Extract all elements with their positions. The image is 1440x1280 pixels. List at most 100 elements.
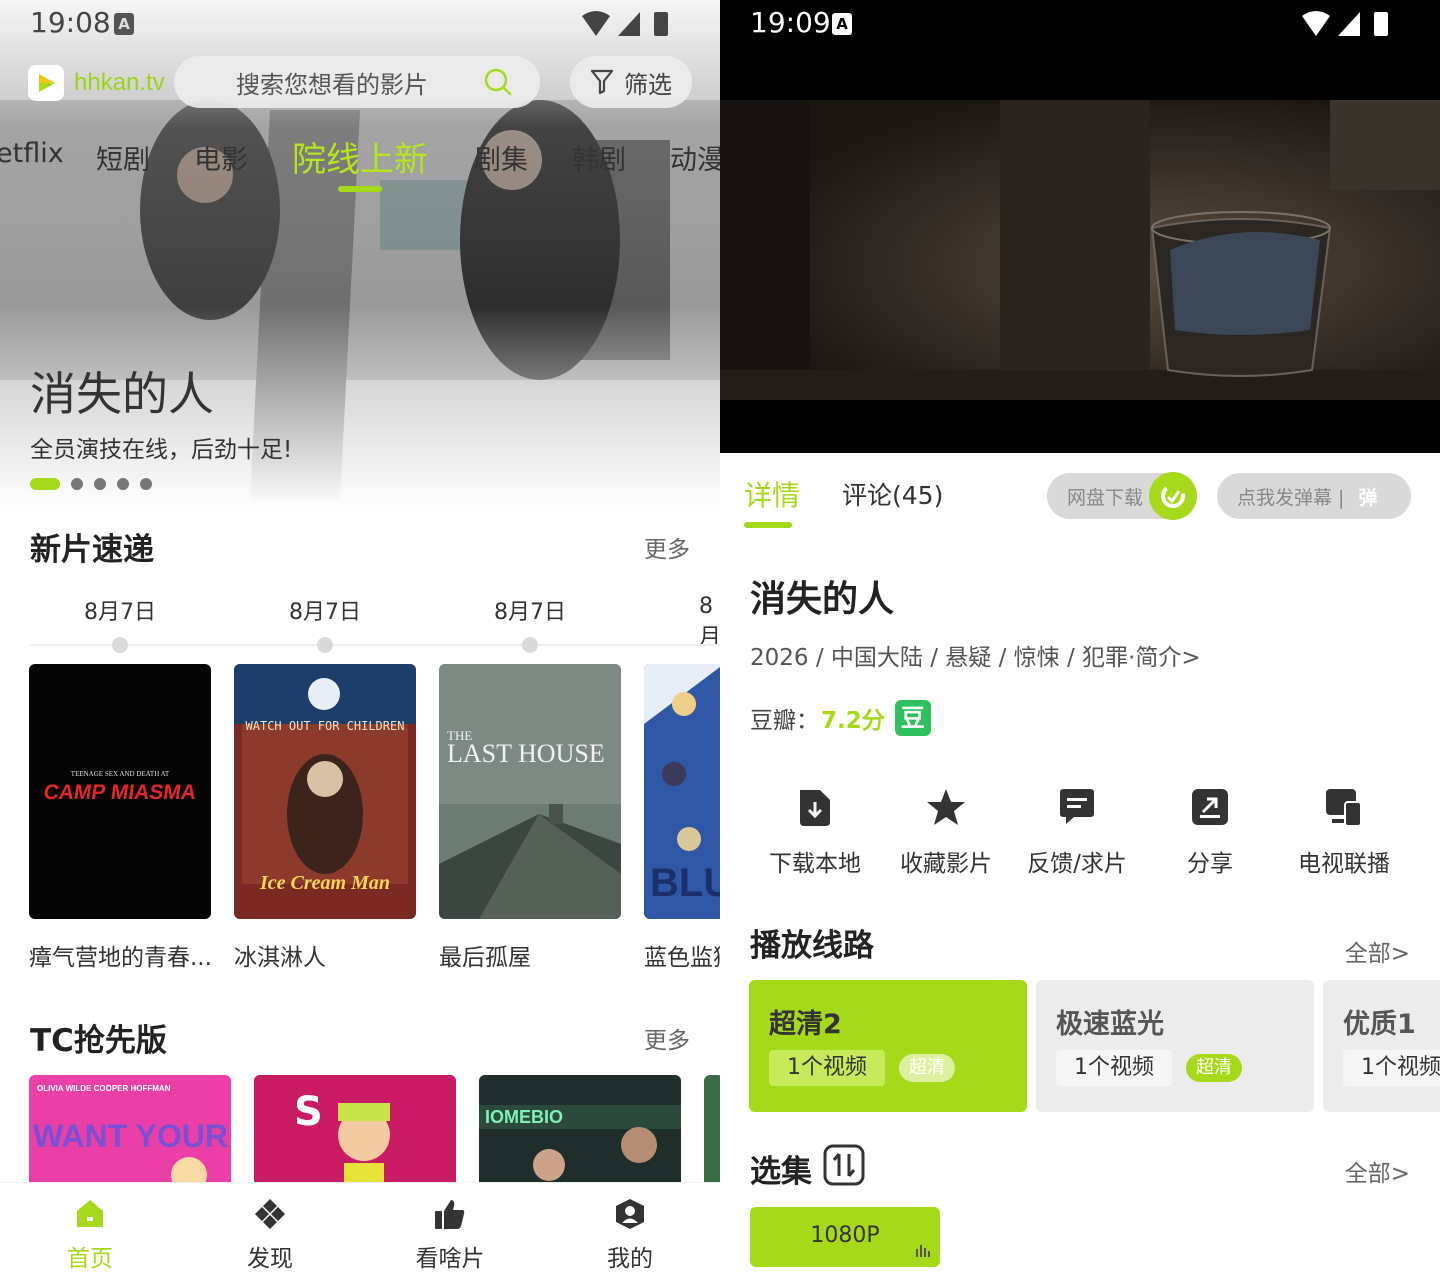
svg-text:IOMEBIO: IOMEBIO — [485, 1107, 563, 1127]
routes-section-title: 播放线路 — [750, 928, 874, 964]
new-releases-more[interactable]: 更多 — [644, 530, 690, 564]
carousel-dot[interactable] — [117, 478, 129, 490]
feedback-button[interactable]: 反馈/求片 — [1002, 786, 1152, 878]
action-label: 下载本地 — [769, 851, 861, 877]
route-card[interactable]: 超清2 1个视频 超清 — [749, 980, 1027, 1112]
tc-poster[interactable]: S — [254, 1075, 456, 1185]
movie-poster[interactable]: WATCH OUT FOR CHILDREN Ice Cream Man — [234, 664, 416, 919]
filter-icon — [590, 69, 614, 95]
tab-comments[interactable]: 评论(45) — [842, 476, 943, 512]
timeline-dot — [522, 637, 538, 653]
poster-title-text: Ice Cream Man — [259, 872, 390, 894]
tab-short-drama[interactable]: 短剧 — [96, 138, 150, 177]
video-player[interactable] — [720, 48, 1440, 453]
action-label: 电视联播 — [1298, 851, 1390, 877]
release-date: 8月 — [699, 594, 720, 650]
timeline-line — [30, 644, 720, 646]
route-card[interactable]: 优质1 1个视频 — [1323, 980, 1440, 1112]
timeline-dot — [317, 637, 333, 653]
tv-cast-button[interactable]: 电视联播 — [1269, 786, 1419, 878]
route-count: 1个视频 — [1343, 1050, 1440, 1086]
tab-new-in-theaters[interactable]: 院线上新 — [292, 132, 428, 181]
netdisk-icon — [1149, 472, 1197, 520]
movie-poster[interactable]: THE LAST HOUSE — [439, 664, 621, 919]
tc-poster[interactable]: IOMEBIO — [479, 1075, 681, 1185]
nav-label: 首页 — [67, 1246, 113, 1272]
status-bar: 19:08 A — [0, 0, 720, 48]
star-icon — [927, 789, 965, 825]
episodes-all-button[interactable]: 全部> — [1345, 1154, 1410, 1188]
route-card[interactable]: 极速蓝光 1个视频 超清 — [1036, 980, 1314, 1112]
filter-button[interactable]: 筛选 — [570, 56, 692, 108]
status-time: 19:09 — [750, 6, 831, 39]
notification-badge: A — [832, 13, 852, 35]
route-name: 极速蓝光 — [1056, 1009, 1164, 1040]
poster-small-text: OLIVIA WILDE COOPER HOFFMAN — [37, 1084, 171, 1093]
release-date: 8月7日 — [494, 600, 566, 625]
search-input[interactable]: 搜索您想看的影片 — [174, 56, 540, 108]
route-quality-badge: 超清 — [899, 1054, 955, 1082]
download-local-button[interactable]: 下载本地 — [740, 786, 890, 878]
tab-anime[interactable]: 动漫 — [670, 138, 720, 177]
tab-series[interactable]: 剧集 — [474, 138, 528, 177]
carousel-dot[interactable] — [140, 478, 152, 490]
route-name: 优质1 — [1343, 1009, 1416, 1040]
movie-title[interactable]: 瘴气营地的青春... — [29, 938, 212, 972]
episode-button[interactable]: 1080P — [750, 1207, 940, 1267]
nav-home[interactable]: 首页 — [30, 1197, 150, 1273]
tab-netflix[interactable]: etflix — [0, 138, 64, 169]
tab-details[interactable]: 详情 — [744, 474, 800, 514]
tab-korean-drama[interactable]: 韩剧 — [572, 138, 626, 177]
home-icon — [77, 1200, 103, 1227]
tc-section-more[interactable]: 更多 — [644, 1021, 690, 1055]
tab-movies[interactable]: 电影 — [194, 138, 248, 177]
discover-icon — [255, 1199, 285, 1229]
new-releases-title: 新片速递 — [30, 532, 154, 568]
status-icons — [580, 10, 670, 45]
route-count: 1个视频 — [769, 1050, 885, 1086]
route-count: 1个视频 — [1056, 1050, 1172, 1086]
status-time: 19:08 — [30, 6, 111, 39]
svg-text:S: S — [294, 1089, 323, 1135]
playing-indicator-icon — [916, 1245, 930, 1257]
hero-subtitle: 全员演技在线，后劲十足! — [30, 437, 293, 463]
feedback-icon — [1060, 789, 1094, 824]
tc-poster[interactable]: OLIVIA WILDE COOPER HOFFMAN WANT YOUR — [29, 1075, 231, 1185]
tc-poster[interactable] — [704, 1075, 720, 1185]
rating-label: 豆瓣： — [750, 708, 819, 734]
movie-title[interactable]: 蓝色监狱 — [644, 938, 720, 972]
release-dates: 8月7日 8月7日 8月7日 8月 — [0, 590, 720, 650]
share-button[interactable]: 分享 — [1135, 786, 1285, 878]
nav-profile[interactable]: 我的 — [570, 1197, 690, 1273]
movie-meta[interactable]: 2026 / 中国大陆 / 悬疑 / 惊悚 / 犯罪·简介> — [750, 638, 1201, 672]
carousel-dot[interactable] — [71, 478, 83, 490]
nav-what-to-watch[interactable]: 看啥片 — [390, 1197, 510, 1273]
douban-rating: 豆瓣： 7.2分 豆 — [750, 700, 931, 736]
movie-poster[interactable]: BLUE — [644, 664, 720, 919]
movie-title: 消失的人 — [750, 579, 895, 620]
poster-small-text: WATCH OUT FOR CHILDREN — [246, 719, 405, 733]
send-danmaku-button[interactable]: 点我发弹幕 | 弹 — [1217, 473, 1411, 519]
movie-poster[interactable]: TEENAGE SEX AND DEATH AT CAMP MIASMA — [29, 664, 211, 919]
favorite-button[interactable]: 收藏影片 — [871, 786, 1021, 878]
netdisk-download-button[interactable]: 网盘下载 — [1047, 472, 1197, 520]
carousel-dot[interactable] — [94, 478, 106, 490]
action-label: 分享 — [1187, 851, 1233, 877]
bottom-navigation: 首页 发现 看啥片 我的 — [0, 1182, 720, 1280]
share-icon — [1192, 789, 1228, 825]
release-date: 8月7日 — [289, 600, 361, 625]
movie-title[interactable]: 最后孤屋 — [439, 938, 531, 972]
nav-discover[interactable]: 发现 — [210, 1197, 330, 1273]
rating-score: 7.2分 — [821, 708, 885, 734]
routes-all-button[interactable]: 全部> — [1345, 934, 1410, 968]
app-logo[interactable]: hhkan.tv — [28, 64, 165, 102]
episodes-section-title: 选集 — [750, 1154, 812, 1190]
tc-section-title: TC抢先版 — [30, 1023, 167, 1059]
movie-title[interactable]: 冰淇淋人 — [234, 938, 326, 972]
netdisk-download-label: 网盘下载 — [1067, 486, 1144, 509]
nav-label: 看啥片 — [415, 1246, 485, 1272]
notification-badge: A — [114, 13, 134, 35]
release-date: 8月7日 — [84, 600, 156, 625]
carousel-dot[interactable] — [30, 478, 60, 490]
sort-order-icon[interactable] — [823, 1144, 865, 1186]
